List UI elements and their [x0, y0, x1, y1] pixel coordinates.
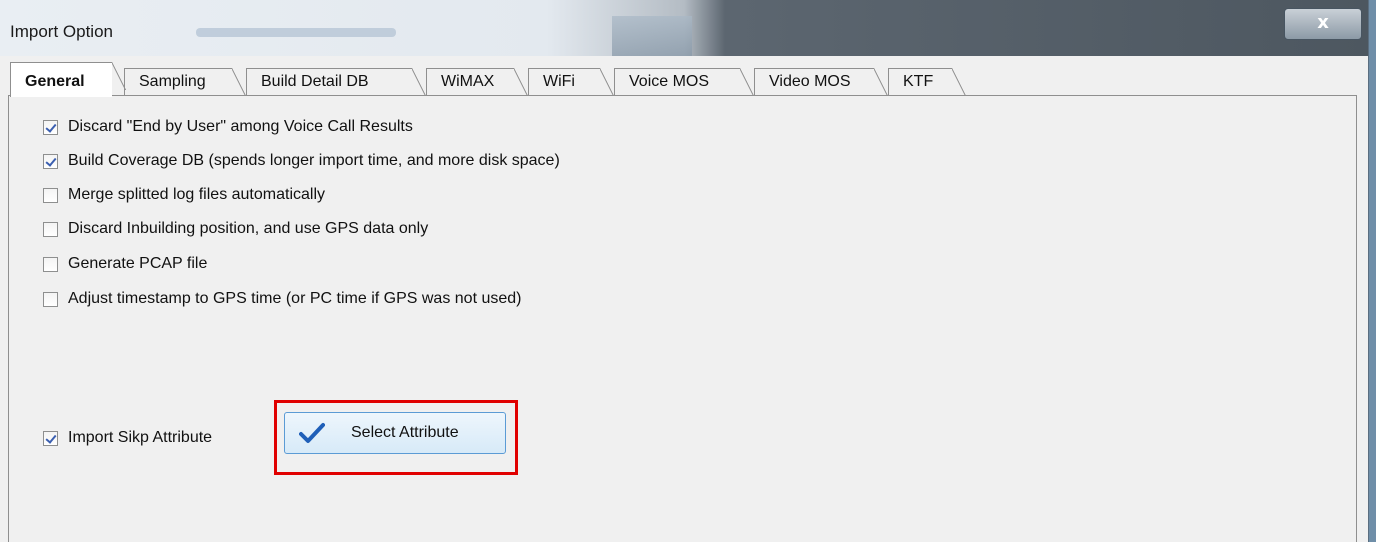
tab-wimax[interactable]: WiMAX [426, 68, 528, 96]
option-label: Discard Inbuilding position, and use GPS… [68, 220, 429, 237]
checkbox-discard-end-by-user[interactable] [43, 119, 58, 135]
background-window-fragment [612, 16, 692, 56]
select-attribute-label: Select Attribute [351, 424, 459, 441]
option-discard-end-by-user[interactable]: Discard "End by User" among Voice Call R… [43, 116, 413, 138]
option-build-coverage-db[interactable]: Build Coverage DB (spends longer import … [43, 150, 560, 172]
checkbox-import-skip-attribute[interactable] [43, 430, 58, 446]
tab-general[interactable]: General [10, 62, 126, 97]
general-tab-panel: Discard "End by User" among Voice Call R… [8, 95, 1357, 542]
option-discard-inbuilding[interactable]: Discard Inbuilding position, and use GPS… [43, 218, 428, 240]
tab-wifi[interactable]: WiFi [528, 68, 614, 96]
option-merge-splitted-logs[interactable]: Merge splitted log files automatically [43, 184, 325, 206]
tab-voice-mos[interactable]: Voice MOS [614, 68, 754, 96]
close-button[interactable]: x [1284, 8, 1362, 40]
option-adjust-timestamp[interactable]: Adjust timestamp to GPS time (or PC time… [43, 288, 521, 310]
checkbox-generate-pcap[interactable] [43, 256, 58, 272]
option-generate-pcap[interactable]: Generate PCAP file [43, 253, 207, 275]
blurred-title-detail [196, 28, 396, 37]
option-label: Build Coverage DB (spends longer import … [68, 152, 560, 169]
option-import-skip-attribute[interactable]: Import Sikp Attribute [43, 427, 212, 449]
option-label: Merge splitted log files automatically [68, 186, 326, 203]
tab-ktf[interactable]: KTF [888, 68, 966, 96]
checkmark-icon [299, 423, 325, 443]
checkbox-merge-splitted-logs[interactable] [43, 187, 58, 203]
tab-sampling[interactable]: Sampling [124, 68, 246, 96]
tab-build-detail-db[interactable]: Build Detail DB [246, 68, 426, 96]
option-label: Generate PCAP file [68, 255, 208, 272]
window-title: Import Option [10, 22, 113, 41]
tab-strip: General Sampling Build Detail DB WiMAX W… [8, 62, 1358, 97]
option-label: Adjust timestamp to GPS time (or PC time… [68, 290, 522, 307]
option-label: Discard "End by User" among Voice Call R… [68, 118, 413, 135]
checkbox-build-coverage-db[interactable] [43, 153, 58, 169]
checkbox-discard-inbuilding[interactable] [43, 221, 58, 237]
tab-video-mos[interactable]: Video MOS [754, 68, 888, 96]
checkbox-adjust-timestamp[interactable] [43, 291, 58, 307]
option-label: Import Sikp Attribute [68, 429, 213, 446]
import-option-window: Import Option x General Sampling Build D… [0, 0, 1369, 542]
select-attribute-button[interactable]: Select Attribute [284, 412, 506, 454]
title-bar[interactable]: Import Option x [0, 0, 1368, 56]
